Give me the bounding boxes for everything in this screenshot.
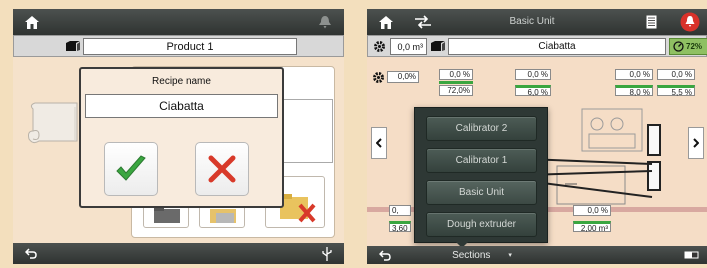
alarm-button[interactable] bbox=[676, 11, 704, 33]
close-icon bbox=[208, 155, 236, 183]
product-icon bbox=[66, 41, 80, 51]
reading-1-bar bbox=[439, 81, 473, 84]
right-text-area bbox=[283, 99, 333, 163]
reading-low-left-bottom: 3,60 bbox=[389, 221, 411, 233]
right-screen: Basic Unit 0,0 m³ Ciabatta 72% 0,0% 0,0 … bbox=[367, 9, 707, 264]
home-icon bbox=[25, 15, 39, 29]
document-icon bbox=[646, 15, 656, 29]
scroll-left-button[interactable] bbox=[371, 127, 387, 159]
sections-button[interactable]: Sections ▾ bbox=[427, 246, 537, 264]
battery-icon bbox=[684, 251, 699, 259]
top-bar: Basic Unit bbox=[367, 9, 707, 35]
bell-icon bbox=[319, 15, 331, 28]
sections-label: Sections bbox=[452, 249, 491, 261]
usb-icon bbox=[322, 246, 332, 261]
document-button[interactable] bbox=[637, 11, 665, 33]
section-connectors bbox=[527, 158, 653, 198]
switch-view-button[interactable] bbox=[407, 11, 439, 33]
section-dough-extruder[interactable]: Dough extruder bbox=[426, 212, 537, 237]
reading-3-bottom: 8,0 % bbox=[615, 85, 653, 97]
product-icon bbox=[431, 41, 445, 51]
section-calibrator-1[interactable]: Calibrator 1 bbox=[426, 148, 537, 173]
home-icon bbox=[379, 15, 393, 29]
checkmark-icon bbox=[116, 155, 146, 181]
level-value: 72% bbox=[686, 42, 703, 51]
recipe-name-dialog: Recipe name Ciabatta bbox=[79, 67, 284, 208]
recipe-name-input[interactable]: Ciabatta bbox=[85, 94, 278, 118]
alarm-bell-icon bbox=[680, 12, 700, 32]
section-basic-unit[interactable]: Basic Unit bbox=[426, 180, 537, 205]
reading-1-bottom: 72,0% bbox=[439, 85, 473, 96]
reading-low-left-top: 0, bbox=[389, 205, 411, 216]
reading-low-right-top: 0,0 % bbox=[573, 205, 611, 216]
alarm-bell-button[interactable] bbox=[314, 12, 336, 32]
section-calibrator-2[interactable]: Calibrator 2 bbox=[426, 116, 537, 141]
reading-4-top: 0,0 % bbox=[657, 69, 695, 80]
delete-folder-icon bbox=[280, 194, 316, 223]
reading-left: 0,0% bbox=[387, 71, 419, 83]
confirm-button[interactable] bbox=[104, 142, 158, 196]
dough-sheet-illustration bbox=[28, 102, 78, 144]
header-title: Basic Unit bbox=[509, 16, 555, 27]
left-screen: Product 1 Recipe name Ciabatta bbox=[13, 9, 344, 264]
level-gauge-icon bbox=[673, 41, 684, 52]
product-row: Product 1 bbox=[13, 35, 344, 57]
gear-icon bbox=[373, 72, 384, 83]
chevron-left-icon bbox=[376, 138, 382, 148]
reading-2-top: 0,0 % bbox=[515, 69, 551, 80]
back-button[interactable] bbox=[373, 246, 397, 264]
dropdown-arrow-icon: ▾ bbox=[508, 252, 512, 259]
home-button[interactable] bbox=[371, 11, 401, 33]
dialog-title: Recipe name bbox=[152, 76, 211, 87]
cancel-button[interactable] bbox=[195, 142, 249, 196]
top-bar bbox=[13, 9, 344, 35]
usb-button[interactable] bbox=[316, 244, 338, 263]
folder-icon bbox=[154, 207, 180, 223]
bottom-bar: Sections ▾ bbox=[367, 246, 707, 264]
back-button[interactable] bbox=[19, 244, 43, 263]
bottom-bar bbox=[13, 243, 344, 264]
home-button[interactable] bbox=[17, 11, 47, 33]
gear-icon bbox=[374, 41, 385, 52]
back-arrow-icon bbox=[25, 248, 37, 259]
copy-folder-icon bbox=[210, 209, 236, 223]
sections-menu: Calibrator 2 Calibrator 1 Basic Unit Dou… bbox=[414, 107, 548, 243]
reading-3-top: 0,0 % bbox=[615, 69, 653, 80]
reading-4-bottom: 5,5 % bbox=[657, 85, 695, 97]
product-field[interactable]: Product 1 bbox=[83, 38, 297, 55]
reading-1-top: 0,0 % bbox=[439, 69, 473, 80]
level-badge: 72% bbox=[669, 38, 707, 55]
reading-low-right-bottom: 2,00 m³ bbox=[573, 221, 611, 233]
chevron-right-icon bbox=[693, 138, 699, 148]
volume-field[interactable]: 0,0 m³ bbox=[390, 38, 427, 55]
swap-arrows-icon bbox=[415, 15, 431, 29]
status-row: 0,0 m³ Ciabatta 72% bbox=[367, 35, 707, 57]
status-indicator bbox=[683, 249, 701, 261]
back-arrow-icon bbox=[379, 249, 391, 261]
reading-2-bottom: 6,0 % bbox=[515, 85, 551, 97]
product-field[interactable]: Ciabatta bbox=[448, 38, 666, 55]
scroll-right-button[interactable] bbox=[688, 127, 704, 159]
